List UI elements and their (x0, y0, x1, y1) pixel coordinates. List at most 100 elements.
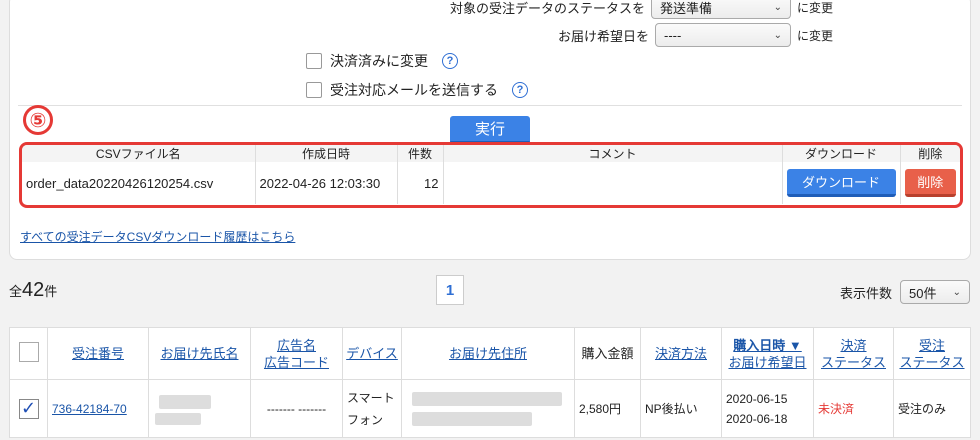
sort-ad-code[interactable]: 広告コード (264, 355, 329, 370)
per-page-value: 50件 (909, 285, 937, 301)
csv-comment (443, 162, 783, 204)
delivery-date-select-value: ---- (663, 27, 682, 43)
amount-cell: 2,580円 (574, 379, 641, 438)
delivery-date-suffix: に変更 (796, 28, 833, 43)
csv-history-link[interactable]: すべての受注データCSVダウンロード履歴はこちら (20, 228, 295, 245)
col-created: 作成日時 (255, 145, 398, 162)
ad-cell: ------- ------- (250, 379, 343, 438)
col-address: お届け先住所 (401, 327, 575, 380)
table-row: ✓ 736-42184-70 ------- ------- スマートフォン 2… (9, 379, 971, 438)
col-recipient: お届け先氏名 (148, 327, 251, 380)
redacted-name-2 (155, 412, 201, 425)
option-mark-paid: 決済済みに変更 ? (306, 51, 458, 71)
col-device: デバイス (342, 327, 402, 380)
select-all-cell (9, 327, 48, 380)
col-date: 購入日時 ▼ お届け希望日 (721, 327, 814, 380)
csv-created: 2022-04-26 12:03:30 (255, 162, 398, 204)
csv-table-header: CSVファイル名 作成日時 件数 コメント ダウンロード 削除 (22, 145, 960, 162)
date-cell: 2020-06-15 2020-06-18 (721, 379, 814, 438)
sort-order-status[interactable]: 受注 (919, 338, 945, 353)
sort-delivery-date[interactable]: お届け希望日 (728, 355, 806, 370)
mark-paid-checkbox[interactable] (306, 53, 322, 69)
order-status-cell: 受注のみ (893, 379, 971, 438)
sort-order-no[interactable]: 受注番号 (72, 346, 124, 361)
divider (18, 105, 962, 106)
col-order-status: 受注 ステータス (893, 327, 971, 380)
step-number-badge: ⑤ (23, 105, 53, 135)
chevron-down-icon: ⌄ (773, 1, 782, 13)
col-ad: 広告名 広告コード (250, 327, 343, 380)
sort-ad-name[interactable]: 広告名 (277, 338, 316, 353)
csv-history-box: CSVファイル名 作成日時 件数 コメント ダウンロード 削除 order_da… (19, 142, 963, 208)
sort-recipient[interactable]: お届け先氏名 (160, 346, 238, 361)
col-pay-status: 決済 ステータス (813, 327, 894, 380)
recipient-cell (148, 379, 251, 438)
total-suffix: 件 (44, 284, 58, 299)
col-count: 件数 (397, 145, 444, 162)
col-comment: コメント (443, 145, 783, 162)
col-payment: 決済方法 (640, 327, 722, 380)
total-count: 全42件 (9, 279, 57, 302)
help-icon[interactable]: ? (512, 82, 528, 98)
per-page: 表示件数 50件 ⌄ (840, 280, 970, 304)
chevron-down-icon: ⌄ (952, 286, 961, 298)
pagination-current-page[interactable]: 1 (436, 275, 464, 305)
bulk-action-panel: 対象の受注データのステータスを 発送準備 ⌄ に変更 お届け希望日を ---- … (9, 0, 971, 260)
csv-count: 12 (397, 162, 444, 204)
address-cell (401, 379, 575, 438)
status-select[interactable]: 発送準備 ⌄ (650, 0, 791, 19)
csv-table-row: order_data20220426120254.csv 2022-04-26 … (22, 162, 960, 204)
device-cell: スマート フォン (342, 379, 402, 438)
delivery-date-row: お届け希望日を ---- ⌄ に変更 (558, 23, 833, 47)
device-line-1: スマート (347, 390, 395, 405)
execute-button[interactable]: 実行 (450, 116, 530, 144)
order-no-cell: 736-42184-70 (47, 379, 149, 438)
row-select-cell: ✓ (9, 379, 48, 438)
row-checkbox[interactable]: ✓ (18, 398, 39, 419)
delivery-date-label: お届け希望日を (557, 28, 649, 44)
sort-purchase-date[interactable]: 購入日時 ▼ (733, 338, 801, 353)
csv-filename: order_data20220426120254.csv (22, 162, 256, 204)
option-send-mail: 受注対応メールを送信する ? (306, 80, 528, 100)
send-mail-checkbox[interactable] (306, 82, 322, 98)
order-no-link[interactable]: 736-42184-70 (52, 402, 127, 416)
per-page-select[interactable]: 50件 ⌄ (900, 280, 970, 304)
purchase-date: 2020-06-15 (726, 391, 788, 406)
per-page-label: 表示件数 (839, 285, 892, 301)
chevron-down-icon: ⌄ (773, 29, 782, 41)
status-change-suffix: に変更 (796, 0, 833, 15)
col-delete: 削除 (900, 145, 960, 162)
sort-order-status-2[interactable]: ステータス (899, 355, 964, 370)
col-filename: CSVファイル名 (22, 145, 256, 162)
sort-device[interactable]: デバイス (346, 346, 398, 361)
send-mail-label: 受注対応メールを送信する (330, 82, 498, 98)
redacted-name (159, 394, 211, 409)
csv-download-cell: ダウンロード (782, 162, 901, 204)
delete-button[interactable]: 削除 (904, 169, 956, 197)
csv-table: CSVファイル名 作成日時 件数 コメント ダウンロード 削除 order_da… (22, 145, 960, 204)
redacted-address (412, 391, 562, 406)
delivery-date: 2020-06-18 (726, 411, 788, 426)
orders-header: 受注番号 お届け先氏名 広告名広告コード デバイス お届け先住所 購入金額 決済… (9, 327, 971, 380)
device-line-2: フォン (347, 412, 384, 427)
select-all-checkbox[interactable] (18, 341, 39, 362)
orders-table: 受注番号 お届け先氏名 広告名広告コード デバイス お届け先住所 購入金額 決済… (9, 327, 971, 438)
sort-pay-status[interactable]: 決済 (840, 338, 866, 353)
sort-pay-status-2[interactable]: ステータス (821, 355, 886, 370)
pay-status-cell: 未決済 (813, 379, 894, 438)
sort-address[interactable]: お届け先住所 (449, 346, 527, 361)
status-change-row: 対象の受注データのステータスを 発送準備 ⌄ に変更 (450, 0, 833, 19)
total-number: 42 (22, 279, 45, 301)
payment-cell: NP後払い (640, 379, 722, 438)
download-button[interactable]: ダウンロード (786, 169, 896, 197)
sort-payment[interactable]: 決済方法 (655, 346, 707, 361)
col-order-no: 受注番号 (47, 327, 149, 380)
status-select-value: 発送準備 (659, 0, 712, 16)
col-amount: 購入金額 (574, 327, 641, 380)
redacted-address-2 (412, 411, 532, 426)
col-download: ダウンロード (782, 145, 901, 162)
delivery-date-select[interactable]: ---- ⌄ (654, 23, 791, 47)
total-prefix: 全 (9, 284, 23, 299)
help-icon[interactable]: ? (442, 53, 458, 69)
mark-paid-label: 決済済みに変更 (330, 53, 428, 69)
